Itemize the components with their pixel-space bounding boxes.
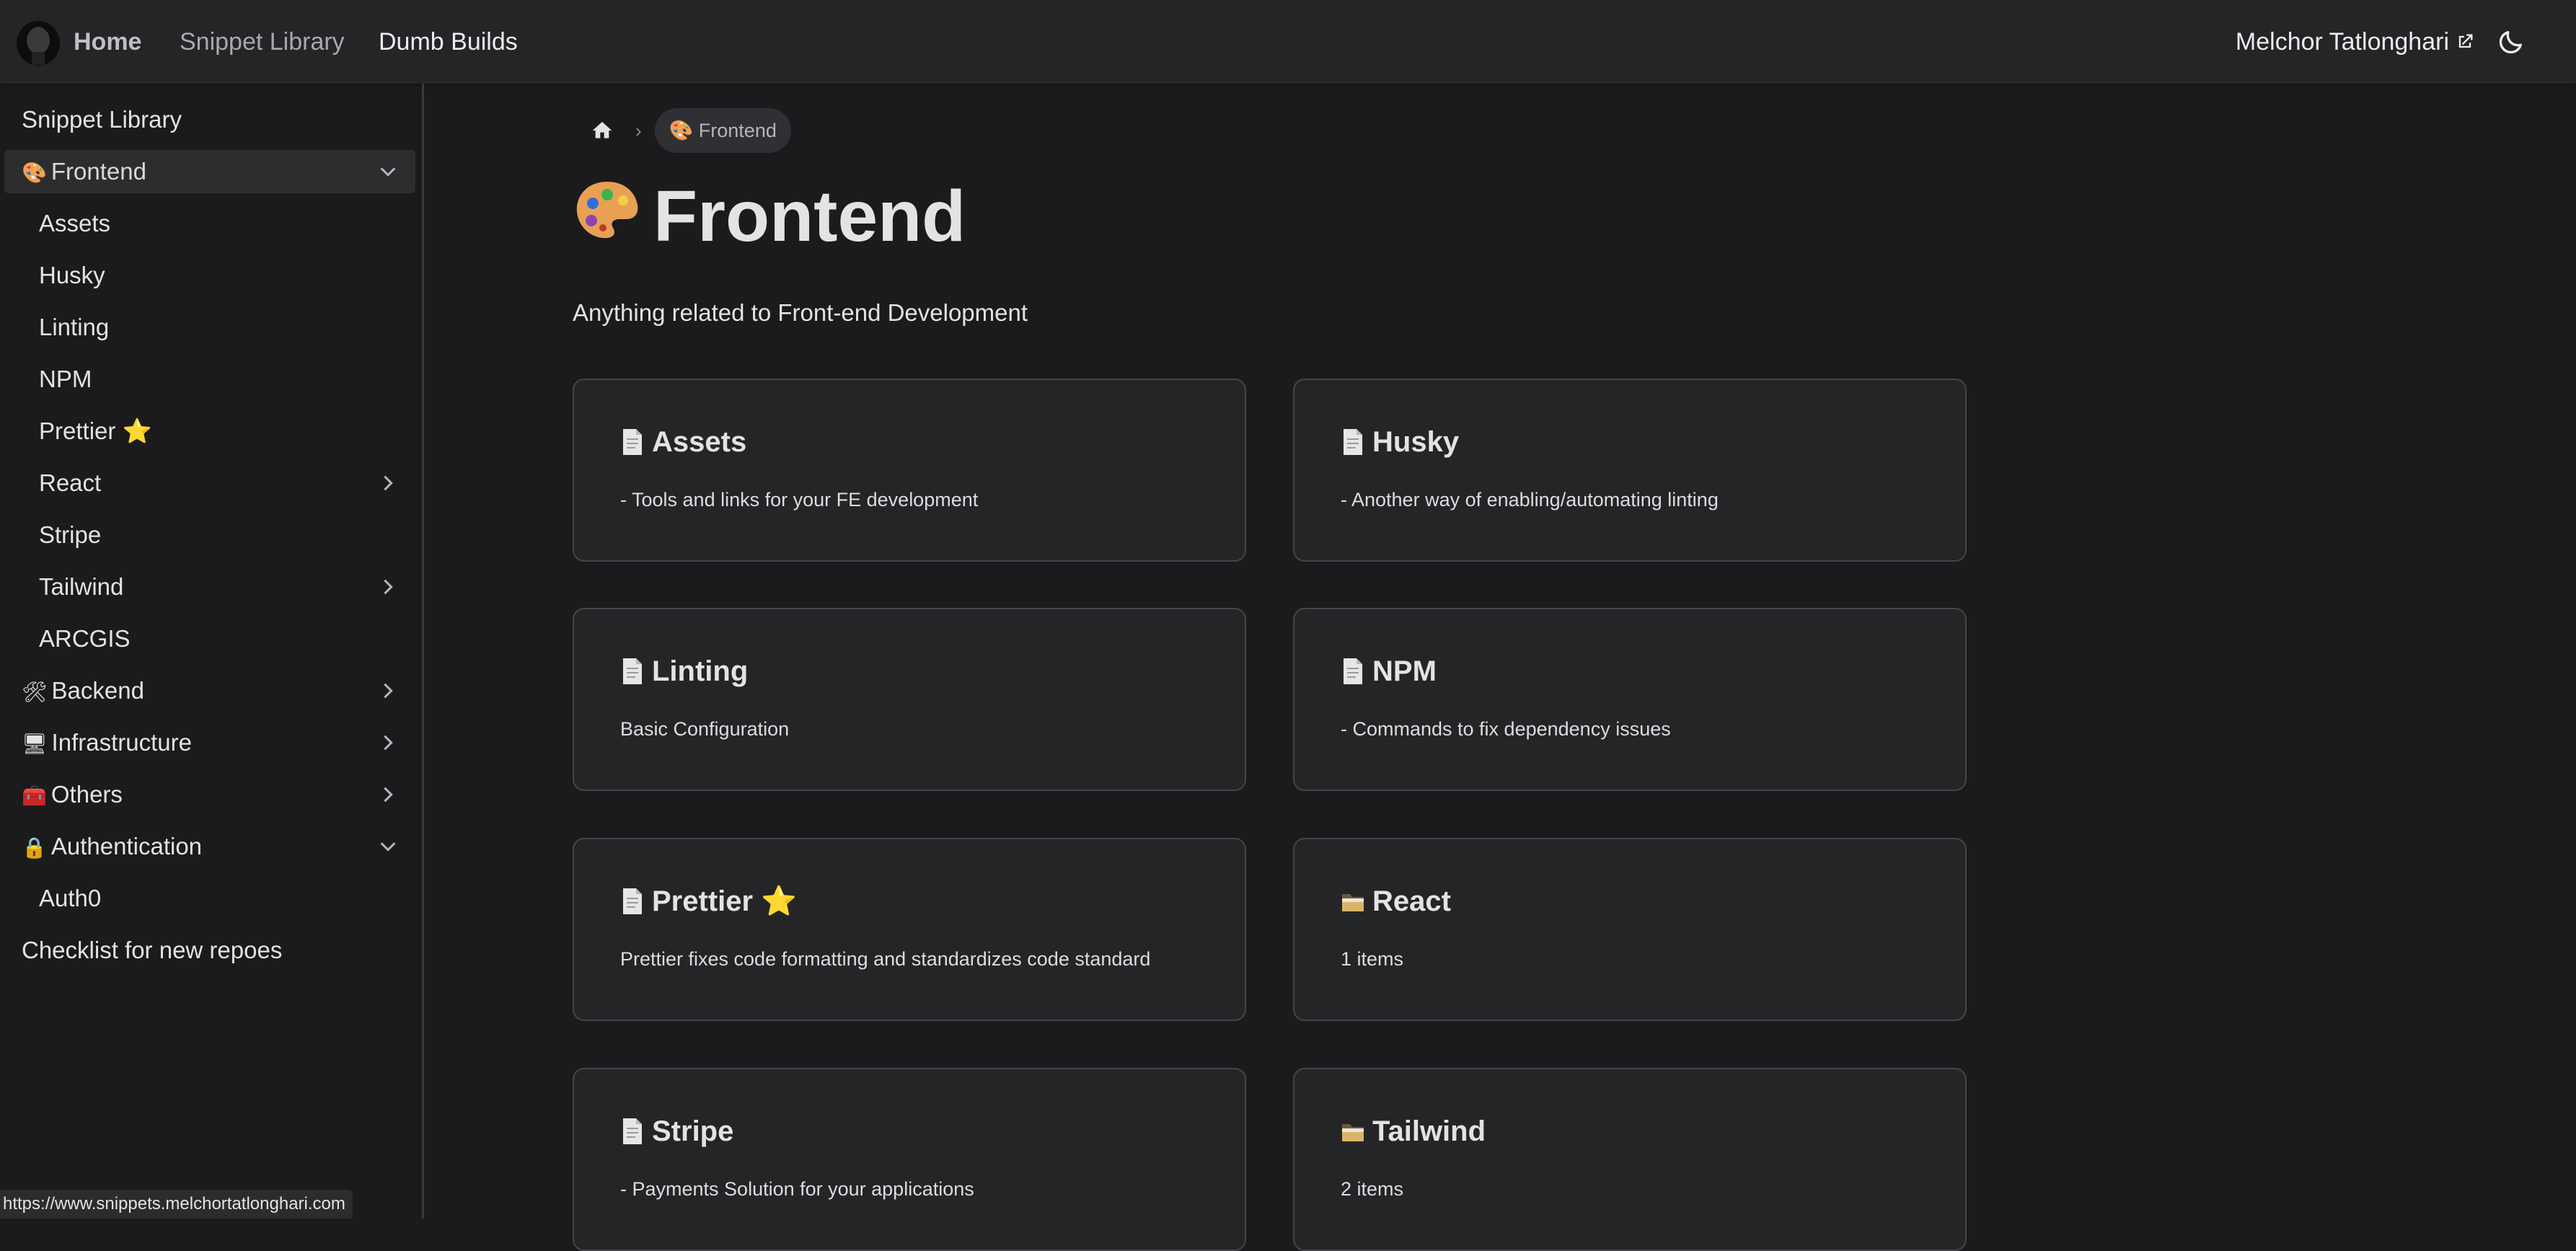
card-description: - Another way of enabling/automating lin… bbox=[1341, 489, 1719, 510]
card-title: NPM bbox=[1341, 651, 1437, 691]
chevron-down-icon[interactable] bbox=[378, 162, 398, 182]
card-title-text: Tailwind bbox=[1372, 1115, 1486, 1147]
card-title-text: NPM bbox=[1372, 655, 1437, 687]
top-navbar: Home Snippet Library Dumb Builds Melchor… bbox=[0, 0, 2576, 84]
sidebar-item-husky[interactable]: Husky bbox=[4, 254, 415, 297]
sidebar-item-tailwind[interactable]: Tailwind bbox=[4, 565, 415, 609]
sidebar-item-snippet-library[interactable]: Snippet Library bbox=[4, 98, 415, 141]
toolbox-emoji-icon: 🧰 bbox=[22, 784, 47, 808]
nav-author-label: Melchor Tatlonghari bbox=[2235, 28, 2449, 56]
card-description: - Commands to fix dependency issues bbox=[1341, 718, 1671, 740]
sidebar-item-prettier[interactable]: Prettier ⭐ bbox=[4, 410, 415, 453]
lock-emoji-icon: 🔒 bbox=[22, 836, 47, 859]
card-tailwind[interactable]: Tailwind 2 items bbox=[1293, 1068, 1967, 1251]
card-title-text: Husky bbox=[1372, 426, 1460, 458]
card-title-text: Prettier ⭐ bbox=[652, 885, 797, 917]
home-icon[interactable] bbox=[591, 119, 614, 142]
chevron-right-icon[interactable] bbox=[378, 681, 398, 701]
external-link-icon bbox=[2458, 34, 2473, 48]
document-icon bbox=[623, 1118, 642, 1144]
card-assets[interactable]: Assets - Tools and links for your FE dev… bbox=[573, 379, 1246, 562]
sidebar-item-label: Infrastructure bbox=[51, 729, 192, 756]
breadcrumb: › 🎨 Frontend bbox=[581, 108, 791, 153]
desktop-computer-emoji-icon: 🖥 bbox=[22, 732, 48, 756]
card-title: React bbox=[1341, 881, 1451, 921]
document-icon bbox=[623, 429, 642, 455]
folder-icon bbox=[1342, 894, 1364, 911]
card-title-text: React bbox=[1372, 885, 1451, 917]
sidebar-item-label: Authentication bbox=[50, 833, 203, 859]
card-stripe[interactable]: Stripe - Payments Solution for your appl… bbox=[573, 1068, 1246, 1251]
sidebar-item-label: Others bbox=[50, 781, 123, 808]
card-prettier[interactable]: Prettier ⭐ Prettier fixes code formattin… bbox=[573, 838, 1246, 1021]
logo-avatar-icon[interactable] bbox=[16, 17, 61, 66]
sidebar-item-backend[interactable]: 🛠 Backend bbox=[4, 669, 415, 712]
nav-author-link[interactable]: Melchor Tatlonghari bbox=[2236, 26, 2475, 58]
card-title: Assets bbox=[620, 422, 746, 462]
document-icon bbox=[623, 888, 642, 914]
card-description: 1 items bbox=[1341, 948, 1404, 970]
sidebar-item-stripe[interactable]: Stripe bbox=[4, 513, 415, 557]
dark-mode-toggle-moon-icon[interactable] bbox=[2497, 27, 2526, 56]
palette-emoji-icon: 🎨 bbox=[22, 161, 47, 185]
chevron-right-icon[interactable] bbox=[378, 473, 398, 493]
nav-home-link[interactable]: Home bbox=[74, 26, 141, 58]
sidebar-item-npm[interactable]: NPM bbox=[4, 358, 415, 401]
card-linting[interactable]: Linting Basic Configuration bbox=[573, 608, 1246, 791]
chevron-right-icon[interactable] bbox=[378, 733, 398, 753]
card-title-text: Linting bbox=[652, 655, 749, 687]
card-description: Prettier fixes code formatting and stand… bbox=[620, 948, 1151, 970]
card-description: - Tools and links for your FE developmen… bbox=[620, 489, 979, 510]
sidebar-item-label: React bbox=[39, 469, 102, 496]
sidebar-item-react[interactable]: React bbox=[4, 461, 415, 505]
page-description: Anything related to Front-end Developmen… bbox=[573, 299, 1028, 326]
sidebar-item-auth0[interactable]: Auth0 bbox=[4, 877, 415, 920]
sidebar-item-linting[interactable]: Linting bbox=[4, 306, 415, 349]
card-title: Tailwind bbox=[1341, 1111, 1486, 1151]
card-description: - Payments Solution for your application… bbox=[620, 1178, 974, 1200]
card-npm[interactable]: NPM - Commands to fix dependency issues bbox=[1293, 608, 1967, 791]
card-description: Basic Configuration bbox=[620, 718, 790, 740]
breadcrumb-current: 🎨 Frontend bbox=[654, 108, 791, 153]
chevron-down-icon[interactable] bbox=[378, 836, 398, 857]
nav-dumb-builds-link[interactable]: Dumb Builds bbox=[379, 26, 518, 58]
sidebar-item-authentication[interactable]: 🔒 Authentication bbox=[4, 825, 415, 868]
card-title: Stripe bbox=[620, 1111, 733, 1151]
card-title-text: Assets bbox=[652, 426, 747, 458]
document-icon bbox=[623, 658, 642, 684]
document-icon bbox=[1344, 658, 1362, 684]
sidebar-item-label: Backend bbox=[51, 677, 144, 704]
card-husky[interactable]: Husky - Another way of enabling/automati… bbox=[1293, 379, 1967, 562]
sidebar-item-assets[interactable]: Assets bbox=[4, 202, 415, 245]
chevron-right-icon[interactable] bbox=[378, 784, 398, 805]
sidebar-item-label: Tailwind bbox=[39, 573, 124, 600]
chevron-right-icon[interactable] bbox=[378, 577, 398, 597]
card-title: Prettier ⭐ bbox=[620, 881, 797, 921]
sidebar-item-label: Frontend bbox=[50, 158, 146, 185]
card-title: Linting bbox=[620, 651, 748, 691]
breadcrumb-separator-icon: › bbox=[635, 119, 642, 141]
sidebar: Snippet Library 🎨 Frontend Assets Husky L… bbox=[0, 84, 424, 1219]
card-title: Husky bbox=[1341, 422, 1459, 462]
hammer-wrench-emoji-icon: 🛠 bbox=[22, 680, 48, 704]
folder-icon bbox=[1342, 1124, 1364, 1141]
sidebar-item-arcgis[interactable]: ARCGIS bbox=[4, 617, 415, 660]
sidebar-item-checklist[interactable]: Checklist for new repoes bbox=[4, 929, 415, 972]
card-description: 2 items bbox=[1341, 1178, 1404, 1200]
nav-snippet-library-link[interactable]: Snippet Library bbox=[180, 26, 345, 58]
page-title: Frontend bbox=[571, 173, 966, 260]
sidebar-item-infrastructure[interactable]: 🖥 Infrastructure bbox=[4, 721, 415, 764]
sidebar-item-frontend[interactable]: 🎨 Frontend bbox=[4, 150, 415, 193]
document-icon bbox=[1344, 429, 1362, 455]
card-react[interactable]: React 1 items bbox=[1293, 838, 1967, 1021]
artist-palette-icon bbox=[576, 182, 638, 239]
sidebar-item-others[interactable]: 🧰 Others bbox=[4, 773, 415, 816]
card-title-text: Stripe bbox=[652, 1115, 734, 1147]
page-title-text: Frontend bbox=[653, 176, 966, 257]
link-hover-status-bar: https://www.snippets.melchortatlonghari.… bbox=[0, 1190, 353, 1219]
